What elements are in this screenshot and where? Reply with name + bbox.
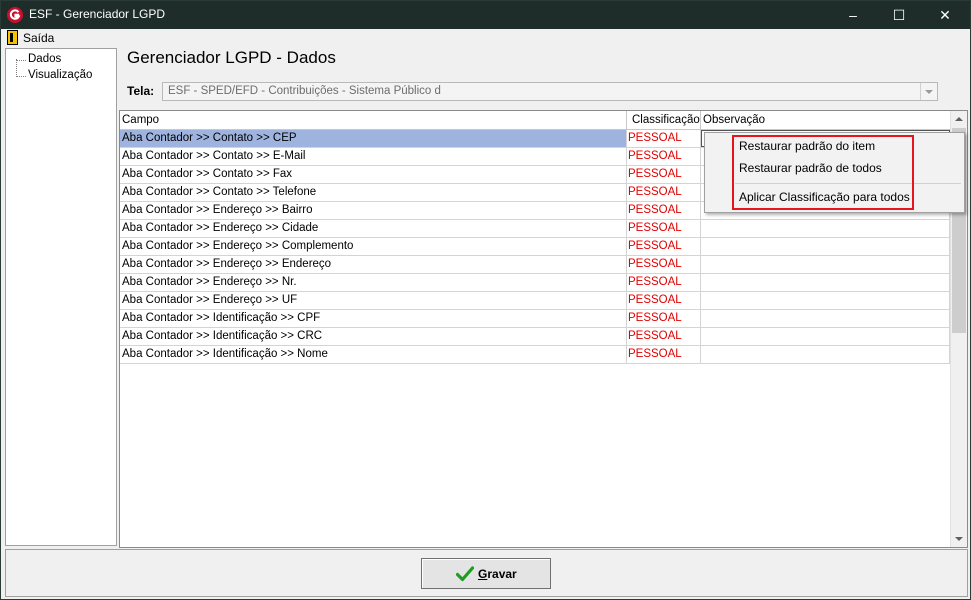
cell-observacao[interactable]	[701, 292, 950, 309]
table-row[interactable]: Aba Contador >> Identificação >> CRC PESS…	[120, 328, 950, 346]
cell-classificacao[interactable]: PESSOAL	[627, 292, 701, 309]
save-button[interactable]: Gravar	[421, 558, 551, 589]
annotation-highlight-box	[732, 135, 914, 210]
cell-campo[interactable]: Aba Contador >> Endereço >> Nr.	[120, 274, 627, 291]
cell-observacao[interactable]	[701, 274, 950, 291]
maximize-button[interactable]: ☐	[876, 1, 922, 29]
column-header-campo[interactable]: Campo	[120, 111, 627, 129]
cell-classificacao[interactable]: PESSOAL	[627, 184, 701, 201]
table-row[interactable]: Aba Contador >> Identificação >> Nome PES…	[120, 346, 950, 364]
cell-campo[interactable]: Aba Contador >> Identificação >> Nome	[120, 346, 627, 363]
table-row[interactable]: Aba Contador >> Identificação >> CPF PESS…	[120, 310, 950, 328]
chevron-down-icon[interactable]	[920, 83, 937, 100]
table-row[interactable]: Aba Contador >> Endereço >> UF PESSOAL	[120, 292, 950, 310]
maximize-icon: ☐	[892, 7, 906, 23]
cell-classificacao[interactable]: PESSOAL	[627, 310, 701, 327]
save-button-label: Gravar	[478, 567, 517, 581]
close-icon: ✕	[939, 7, 951, 23]
minimize-button[interactable]: –	[830, 1, 876, 29]
scroll-up-icon[interactable]	[951, 111, 967, 127]
minimize-icon: –	[849, 7, 857, 23]
cell-campo[interactable]: Aba Contador >> Contato >> CEP	[120, 130, 627, 147]
cell-observacao[interactable]	[701, 220, 950, 237]
window-title: ESF - Gerenciador LGPD	[29, 7, 166, 21]
cell-classificacao[interactable]: PESSOAL	[627, 148, 701, 165]
cell-campo[interactable]: Aba Contador >> Identificação >> CRC	[120, 328, 627, 345]
tree-item-dados[interactable]: Dados	[12, 53, 61, 65]
table-row[interactable]: Aba Contador >> Endereço >> Nr. PESSOAL	[120, 274, 950, 292]
cell-campo[interactable]: Aba Contador >> Contato >> Fax	[120, 166, 627, 183]
context-menu: Restaurar padrão do item Restaurar padrã…	[704, 132, 965, 213]
cell-campo[interactable]: Aba Contador >> Contato >> Telefone	[120, 184, 627, 201]
column-header-classificacao[interactable]: Classificação	[627, 111, 701, 129]
menu-bar: Saída	[1, 29, 970, 47]
cell-classificacao[interactable]: PESSOAL	[627, 202, 701, 219]
cell-classificacao[interactable]: PESSOAL	[627, 238, 701, 255]
screen-filter-label: Tela:	[127, 84, 155, 98]
table-row[interactable]: Aba Contador >> Endereço >> Cidade PESSOA…	[120, 220, 950, 238]
cell-campo[interactable]: Aba Contador >> Identificação >> CPF	[120, 310, 627, 327]
app-logo-icon	[7, 7, 23, 23]
column-header-observacao[interactable]: Observação	[701, 111, 951, 129]
cell-classificacao[interactable]: PESSOAL	[627, 274, 701, 291]
cell-observacao[interactable]	[701, 256, 950, 273]
cell-classificacao[interactable]: PESSOAL	[627, 130, 701, 147]
cell-observacao[interactable]	[701, 328, 950, 345]
cell-campo[interactable]: Aba Contador >> Endereço >> Endereço	[120, 256, 627, 273]
exit-door-icon	[7, 30, 18, 45]
cell-classificacao[interactable]: PESSOAL	[627, 166, 701, 183]
cell-observacao[interactable]	[701, 346, 950, 363]
close-button[interactable]: ✕	[922, 1, 968, 29]
tree-item-visualizacao[interactable]: Visualização	[12, 69, 92, 81]
table-row[interactable]: Aba Contador >> Endereço >> Endereço PESS…	[120, 256, 950, 274]
cell-classificacao[interactable]: PESSOAL	[627, 256, 701, 273]
cell-observacao[interactable]	[701, 310, 950, 327]
cell-campo[interactable]: Aba Contador >> Endereço >> UF	[120, 292, 627, 309]
screen-select[interactable]: ESF - SPED/EFD - Contribuições - Sistema…	[162, 82, 938, 101]
app-window: ESF - Gerenciador LGPD – ☐ ✕ Saída Dados…	[0, 0, 971, 600]
cell-observacao[interactable]	[701, 238, 950, 255]
cell-classificacao[interactable]: PESSOAL	[627, 220, 701, 237]
page-title: Gerenciador LGPD - Dados	[127, 48, 336, 67]
scroll-down-icon[interactable]	[951, 531, 967, 547]
cell-campo[interactable]: Aba Contador >> Endereço >> Bairro	[120, 202, 627, 219]
cell-classificacao[interactable]: PESSOAL	[627, 328, 701, 345]
navigation-tree: Dados Visualização	[5, 48, 117, 546]
title-bar[interactable]: ESF - Gerenciador LGPD – ☐ ✕	[1, 1, 970, 29]
cell-classificacao[interactable]: PESSOAL	[627, 346, 701, 363]
cell-campo[interactable]: Aba Contador >> Endereço >> Cidade	[120, 220, 627, 237]
cell-campo[interactable]: Aba Contador >> Endereço >> Complemento	[120, 238, 627, 255]
screen-select-value: ESF - SPED/EFD - Contribuições - Sistema…	[168, 85, 441, 97]
cell-campo[interactable]: Aba Contador >> Contato >> E-Mail	[120, 148, 627, 165]
checkmark-icon	[456, 566, 474, 582]
table-row[interactable]: Aba Contador >> Endereço >> Complemento P…	[120, 238, 950, 256]
menu-exit-label: Saída	[23, 31, 55, 45]
grid-header: Campo Classificação Observação	[120, 111, 951, 130]
